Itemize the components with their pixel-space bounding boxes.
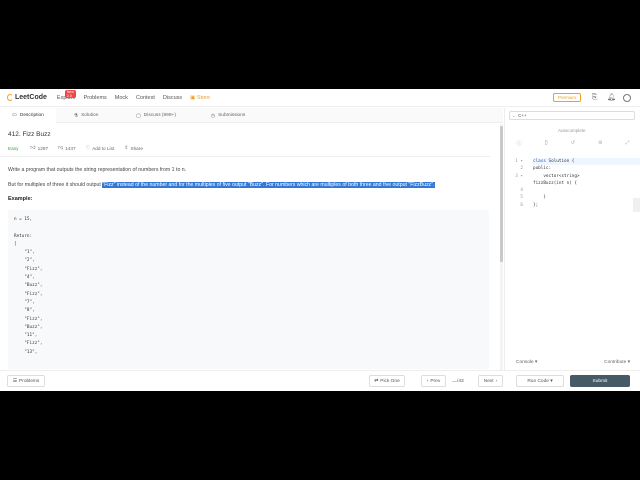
- tab-description-label: Description: [19, 112, 44, 118]
- nav-store-label: Store: [196, 94, 211, 101]
- brand-name: LeetCode: [15, 94, 47, 101]
- add-to-list-label: Add to List: [92, 145, 115, 151]
- class-name: Solution {: [545, 159, 575, 164]
- solution-icon: ⚗: [73, 112, 79, 119]
- problems-label: Problems: [19, 378, 40, 384]
- store-icon: ▣: [190, 94, 196, 101]
- discuss-icon: ▢: [136, 112, 141, 119]
- code-line-1: class Solution {: [533, 158, 640, 166]
- fullscreen-icon[interactable]: ⤢: [625, 140, 629, 148]
- tab-description[interactable]: ▭ Description: [0, 108, 56, 123]
- braces-icon[interactable]: {}: [544, 140, 547, 148]
- heart-icon: ♡: [85, 145, 91, 151]
- editor-toolbar: ⓘ {} ↺ ⚙ ⤢: [505, 140, 640, 148]
- contribute-button[interactable]: Contribute ▾: [604, 360, 630, 365]
- problem-meta: Easy 👍︎ 1297 👎︎ 1437 ♡ Add to List ⇪ Sha…: [8, 145, 492, 151]
- playground-icon[interactable]: ⎘: [591, 94, 598, 101]
- nav-discuss[interactable]: Discuss: [163, 95, 182, 101]
- divider: [0, 156, 490, 157]
- description-icon: ▭: [12, 112, 17, 118]
- page-indicator[interactable]: /43: [452, 379, 464, 384]
- language-select[interactable]: ⌄ C++: [509, 111, 635, 120]
- tab-submissions[interactable]: ◷ Submissions: [196, 108, 260, 123]
- paragraph-2-start: But for multiples of three it should out…: [8, 182, 103, 188]
- tab-discuss-label: Discuss (999+): [143, 113, 176, 118]
- shuffle-icon: ⇄: [374, 378, 379, 384]
- language-value: C++: [518, 113, 527, 118]
- thumbs-up-icon: 👍︎: [30, 145, 36, 151]
- list-icon: ☰: [12, 378, 18, 384]
- premium-button[interactable]: Premium: [552, 93, 581, 102]
- reset-icon[interactable]: ↺: [571, 140, 575, 148]
- avatar[interactable]: [623, 93, 631, 102]
- share-icon: ⇪: [124, 145, 129, 151]
- problems-button[interactable]: ☰ Problems: [7, 375, 45, 387]
- next-label: Next: [483, 378, 494, 384]
- line-numbers: 1 ▾ 2 3 ▾ 4 5 6: [515, 159, 523, 208]
- settings-icon[interactable]: ⚙: [598, 140, 602, 148]
- problem-description: 412. Fizz Buzz Easy 👍︎ 1297 👎︎ 1437 ♡ Ad…: [0, 124, 500, 369]
- info-icon[interactable]: ⓘ: [516, 140, 521, 148]
- tab-solution[interactable]: ⚗ Solution: [56, 108, 116, 123]
- new-badge: New 2.0: [64, 89, 76, 98]
- share-button[interactable]: ⇪ Share: [124, 145, 143, 151]
- chevron-left-icon: ‹: [426, 378, 429, 384]
- dislike-count: 1437: [65, 145, 76, 151]
- pick-one-label: Pick One: [380, 378, 400, 384]
- add-to-list-button[interactable]: ♡ Add to List: [86, 145, 115, 151]
- leetcode-app: LeetCode Explore New 2.0 Problems Mock C…: [0, 89, 640, 391]
- code-editor-panel: ⌄ C++ Autocomplete ⓘ {} ↺ ⚙ ⤢ 1 ▾ 2 3 ▾ …: [504, 108, 640, 370]
- run-code-button[interactable]: Run Code ▾: [516, 375, 564, 387]
- tab-solution-label: Solution: [81, 113, 99, 118]
- description-scrollbar[interactable]: [500, 124, 503, 384]
- chevron-down-icon: ⌄: [512, 113, 516, 118]
- thumbs-down-icon: 👎︎: [58, 145, 64, 151]
- console-bar: Console ▾ Contribute ▾: [504, 357, 640, 369]
- leetcode-logo-icon: [7, 94, 13, 101]
- page-title: 412. Fizz Buzz: [8, 131, 51, 138]
- prev-label: Prev: [430, 378, 441, 384]
- example-heading: Example:: [8, 196, 33, 202]
- submissions-icon: ◷: [210, 112, 216, 119]
- next-button[interactable]: Next ›: [478, 375, 503, 387]
- nav-mock[interactable]: Mock: [115, 95, 128, 101]
- nav-problems[interactable]: Problems: [84, 95, 107, 101]
- scrollbar-thumb[interactable]: [500, 126, 503, 262]
- example-code-block: n = 15, Return: [ "1", "2", "Fizz", "4",…: [8, 210, 489, 369]
- prev-button[interactable]: ‹ Prev: [421, 375, 446, 387]
- nav-contest[interactable]: Contest: [136, 95, 155, 101]
- class-keyword: class: [533, 159, 546, 164]
- chevron-right-icon: ›: [495, 378, 498, 384]
- notification-bell-icon[interactable]: 🔔︎: [607, 94, 616, 101]
- nav-store[interactable]: ▣ Store: [190, 95, 210, 101]
- submit-label: Submit: [592, 378, 608, 384]
- code-body: public: vector<string> fizzBuzz(int n) {…: [533, 166, 580, 208]
- tab-submissions-label: Submissions: [218, 113, 246, 118]
- selected-text: "Fizz" instead of the number and for the…: [102, 182, 435, 188]
- code-area[interactable]: class Solution {public: vector<string> f…: [533, 158, 640, 209]
- submit-button[interactable]: Submit: [570, 375, 630, 387]
- nav-right: Premium ⎘ 🔔︎: [552, 93, 640, 102]
- top-nav: LeetCode Explore New 2.0 Problems Mock C…: [0, 89, 640, 107]
- autocomplete-toggle[interactable]: Autocomplete: [558, 128, 586, 133]
- share-label: Share: [130, 145, 143, 151]
- editor-side-handle[interactable]: [633, 198, 640, 212]
- nav-explore[interactable]: Explore New 2.0: [57, 89, 76, 101]
- description-paragraph-2: But for multiples of three it should out…: [8, 181, 492, 189]
- console-toggle[interactable]: Console ▾: [516, 360, 537, 365]
- brand-logo[interactable]: LeetCode: [7, 94, 47, 101]
- bottom-bar: ☰ Problems ⇄ Pick One ‹ Prev /43 Next › …: [0, 370, 640, 391]
- dislike-button[interactable]: 👎︎ 1437: [58, 145, 76, 151]
- like-button[interactable]: 👍︎ 1297: [30, 145, 48, 151]
- page-total: /43: [457, 379, 464, 384]
- tab-discuss[interactable]: ▢ Discuss (999+): [116, 108, 196, 123]
- like-count: 1297: [37, 145, 49, 151]
- problem-tabs: ▭ Description ⚗ Solution ▢ Discuss (999+…: [0, 108, 503, 123]
- run-code-label: Run Code ▾: [527, 378, 553, 384]
- pick-one-button[interactable]: ⇄ Pick One: [369, 375, 405, 387]
- difficulty-badge: Easy: [8, 145, 19, 151]
- description-paragraph-1: Write a program that outputs the string …: [8, 167, 187, 173]
